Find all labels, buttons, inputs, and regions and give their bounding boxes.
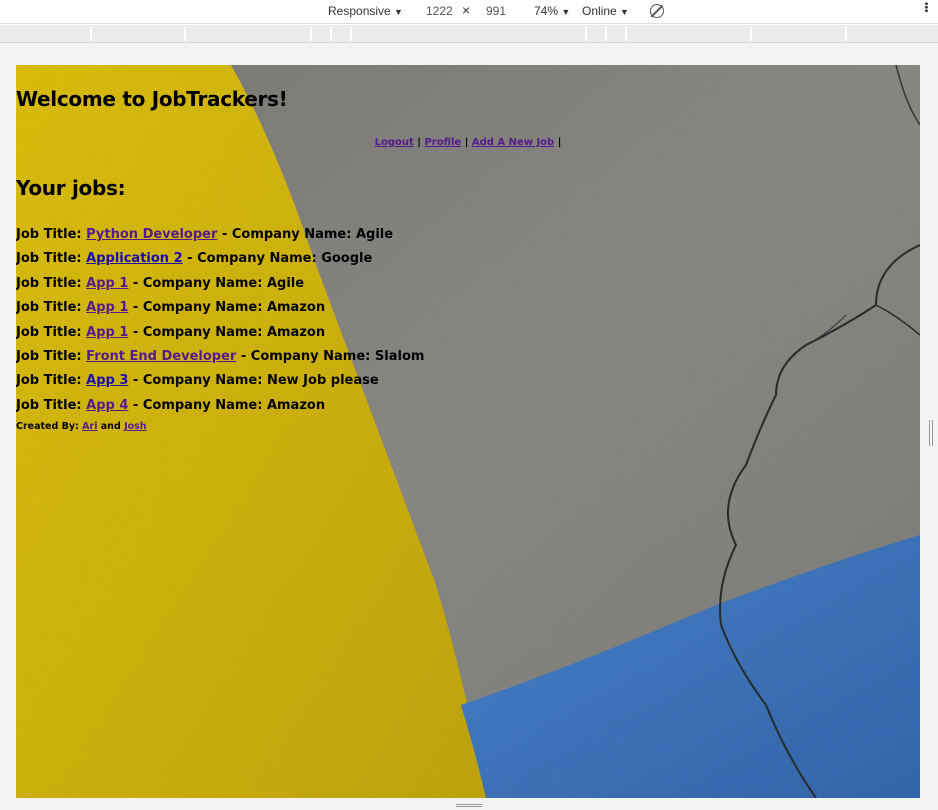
job-title-label: Job Title: xyxy=(16,397,82,413)
company-label: - Company Name: xyxy=(240,348,371,364)
resize-handle-bottom[interactable] xyxy=(456,804,482,807)
job-title-link[interactable]: Python Developer xyxy=(86,227,217,242)
nav-separator: | xyxy=(557,137,562,148)
more-options-icon[interactable]: ••• xyxy=(918,2,932,13)
job-item: Job Title: App 1 - Company Name: Agile xyxy=(16,276,424,300)
company-name: Google xyxy=(321,251,373,267)
job-title-link[interactable]: Front End Developer xyxy=(86,349,236,364)
top-navigation: Logout | Profile | Add A New Job | xyxy=(16,137,920,148)
page-viewport: Welcome to JobTrackers! Logout | Profile… xyxy=(16,65,920,798)
company-name: Amazon xyxy=(266,324,326,340)
logout-link[interactable]: Logout xyxy=(375,137,414,148)
device-toolbar: Responsive ▼ 1222 × 991 74% ▼ Online ▼ •… xyxy=(0,0,938,24)
resize-handle-right[interactable] xyxy=(929,420,933,446)
job-item: Job Title: Front End Developer - Company… xyxy=(16,349,424,373)
job-title-link[interactable]: App 4 xyxy=(86,398,128,413)
nav-separator: | xyxy=(464,137,469,148)
company-label: - Company Name: xyxy=(221,227,352,242)
company-label: - Company Name: xyxy=(132,275,263,291)
company-name: Slalom xyxy=(374,348,425,364)
job-item: Job Title: App 1 - Company Name: Amazon xyxy=(16,325,424,349)
jobs-list: Job Title: Python Developer - Company Na… xyxy=(16,227,424,422)
network-throttle-dropdown[interactable]: Online ▼ xyxy=(582,4,629,19)
jobs-heading: Your jobs: xyxy=(16,176,126,200)
credit-and: and xyxy=(100,421,121,432)
company-label: - Company Name: xyxy=(132,324,263,340)
company-name: Amazon xyxy=(266,300,326,316)
rotate-icon[interactable] xyxy=(650,4,664,18)
company-label: - Company Name: xyxy=(132,397,263,413)
job-title-link[interactable]: App 1 xyxy=(86,276,128,291)
job-title-label: Job Title: xyxy=(16,373,82,389)
job-title-label: Job Title: xyxy=(16,324,82,340)
job-title-label: Job Title: xyxy=(16,227,82,242)
author-link-ari[interactable]: Ari xyxy=(82,421,97,432)
job-title-label: Job Title: xyxy=(16,300,82,316)
credit-label: Created By: xyxy=(16,421,79,432)
job-title-link[interactable]: App 3 xyxy=(86,373,128,388)
company-name: Agile xyxy=(355,227,394,242)
company-label: - Company Name: xyxy=(132,373,263,389)
author-link-josh[interactable]: Josh xyxy=(124,421,146,432)
viewport-width-input[interactable]: 1222 xyxy=(426,4,453,18)
viewport-height-input[interactable]: 991 xyxy=(486,4,506,18)
device-mode-dropdown[interactable]: Responsive ▼ xyxy=(328,4,403,19)
job-title-label: Job Title: xyxy=(16,275,82,291)
zoom-dropdown[interactable]: 74% ▼ xyxy=(534,4,570,19)
media-query-bar[interactable] xyxy=(0,25,938,43)
job-item: Job Title: App 1 - Company Name: Amazon xyxy=(16,300,424,324)
job-title-label: Job Title: xyxy=(16,251,82,267)
company-label: - Company Name: xyxy=(187,251,317,267)
company-name: New Job please xyxy=(266,373,379,389)
job-item: Job Title: App 4 - Company Name: Amazon xyxy=(16,398,424,422)
dimension-separator: × xyxy=(462,2,471,18)
company-label: - Company Name: xyxy=(132,300,263,316)
job-title-label: Job Title: xyxy=(16,348,82,364)
page-title: Welcome to JobTrackers! xyxy=(16,87,288,111)
credits: Created By: Ari and Josh xyxy=(16,421,147,432)
nav-separator: | xyxy=(417,137,421,148)
job-title-link[interactable]: Application 2 xyxy=(86,251,183,266)
company-name: Amazon xyxy=(266,397,326,413)
job-item: Job Title: Application 2 - Company Name:… xyxy=(16,251,424,275)
job-title-link[interactable]: App 1 xyxy=(86,325,128,340)
company-name: Agile xyxy=(266,275,305,291)
job-title-link[interactable]: App 1 xyxy=(86,300,128,315)
concrete-background-image xyxy=(16,65,920,798)
job-item: Job Title: Python Developer - Company Na… xyxy=(16,227,424,251)
job-item: Job Title: App 3 - Company Name: New Job… xyxy=(16,373,424,397)
profile-link[interactable]: Profile xyxy=(424,137,461,148)
add-job-link[interactable]: Add A New Job xyxy=(472,137,554,148)
